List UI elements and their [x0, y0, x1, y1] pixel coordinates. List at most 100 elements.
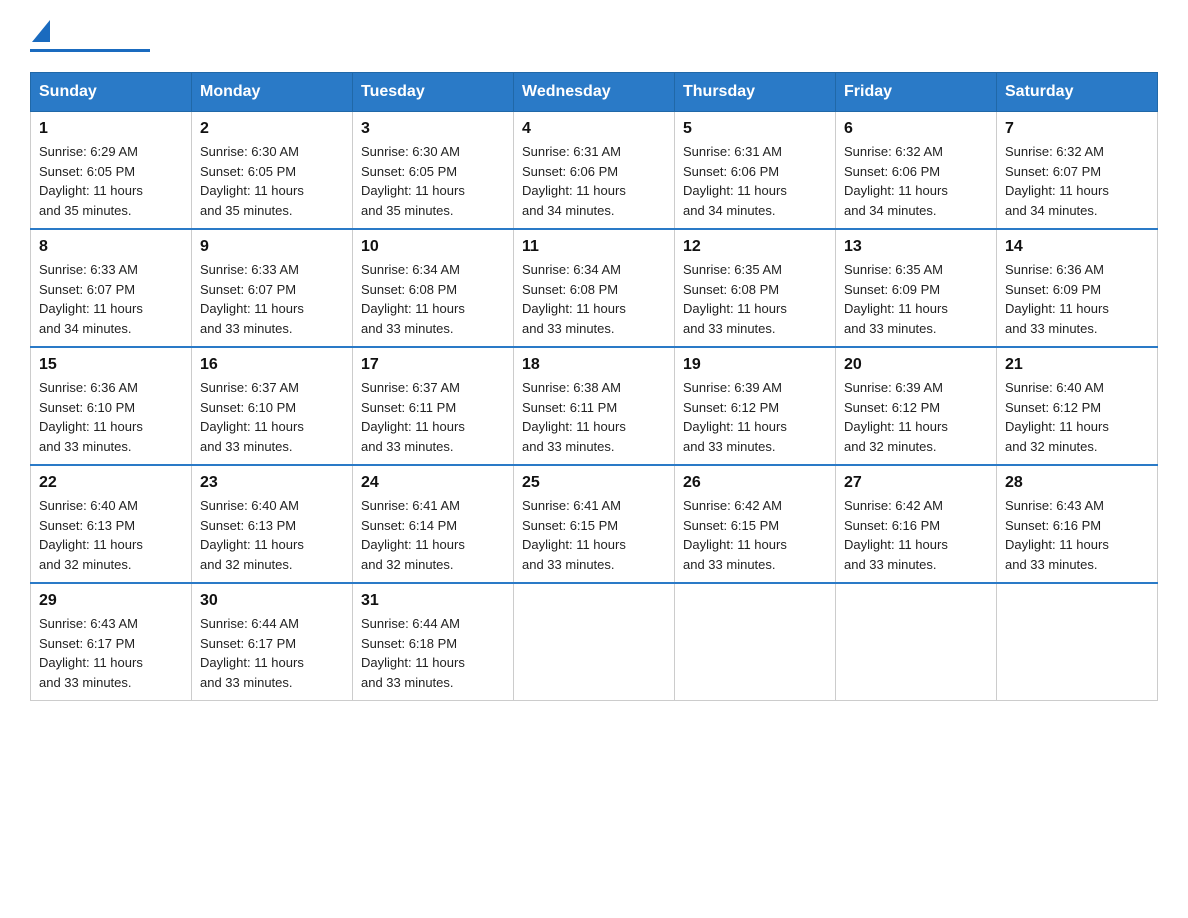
calendar-cell: 14 Sunrise: 6:36 AMSunset: 6:09 PMDaylig…: [997, 229, 1158, 347]
col-header-wednesday: Wednesday: [514, 73, 675, 112]
day-info: Sunrise: 6:38 AMSunset: 6:11 PMDaylight:…: [522, 378, 666, 456]
calendar-cell: 24 Sunrise: 6:41 AMSunset: 6:14 PMDaylig…: [353, 465, 514, 583]
day-info: Sunrise: 6:40 AMSunset: 6:12 PMDaylight:…: [1005, 378, 1149, 456]
calendar-cell: [836, 583, 997, 701]
day-info: Sunrise: 6:32 AMSunset: 6:06 PMDaylight:…: [844, 142, 988, 220]
calendar-cell: 18 Sunrise: 6:38 AMSunset: 6:11 PMDaylig…: [514, 347, 675, 465]
calendar-cell: [997, 583, 1158, 701]
calendar-cell: 20 Sunrise: 6:39 AMSunset: 6:12 PMDaylig…: [836, 347, 997, 465]
calendar-cell: [514, 583, 675, 701]
day-info: Sunrise: 6:40 AMSunset: 6:13 PMDaylight:…: [200, 496, 344, 574]
day-number: 1: [39, 120, 183, 138]
day-info: Sunrise: 6:40 AMSunset: 6:13 PMDaylight:…: [39, 496, 183, 574]
day-info: Sunrise: 6:34 AMSunset: 6:08 PMDaylight:…: [522, 260, 666, 338]
day-info: Sunrise: 6:39 AMSunset: 6:12 PMDaylight:…: [844, 378, 988, 456]
day-info: Sunrise: 6:39 AMSunset: 6:12 PMDaylight:…: [683, 378, 827, 456]
day-info: Sunrise: 6:36 AMSunset: 6:09 PMDaylight:…: [1005, 260, 1149, 338]
calendar-header-row: SundayMondayTuesdayWednesdayThursdayFrid…: [31, 73, 1158, 112]
calendar-cell: 19 Sunrise: 6:39 AMSunset: 6:12 PMDaylig…: [675, 347, 836, 465]
col-header-friday: Friday: [836, 73, 997, 112]
calendar-cell: 9 Sunrise: 6:33 AMSunset: 6:07 PMDayligh…: [192, 229, 353, 347]
day-number: 19: [683, 356, 827, 374]
calendar-cell: 27 Sunrise: 6:42 AMSunset: 6:16 PMDaylig…: [836, 465, 997, 583]
day-info: Sunrise: 6:41 AMSunset: 6:14 PMDaylight:…: [361, 496, 505, 574]
day-info: Sunrise: 6:31 AMSunset: 6:06 PMDaylight:…: [522, 142, 666, 220]
logo: [30, 20, 150, 52]
day-info: Sunrise: 6:33 AMSunset: 6:07 PMDaylight:…: [39, 260, 183, 338]
day-number: 17: [361, 356, 505, 374]
day-number: 9: [200, 238, 344, 256]
day-info: Sunrise: 6:34 AMSunset: 6:08 PMDaylight:…: [361, 260, 505, 338]
day-info: Sunrise: 6:43 AMSunset: 6:16 PMDaylight:…: [1005, 496, 1149, 574]
calendar-week-5: 29 Sunrise: 6:43 AMSunset: 6:17 PMDaylig…: [31, 583, 1158, 701]
day-number: 5: [683, 120, 827, 138]
calendar-cell: 26 Sunrise: 6:42 AMSunset: 6:15 PMDaylig…: [675, 465, 836, 583]
day-info: Sunrise: 6:32 AMSunset: 6:07 PMDaylight:…: [1005, 142, 1149, 220]
calendar-cell: 22 Sunrise: 6:40 AMSunset: 6:13 PMDaylig…: [31, 465, 192, 583]
calendar-cell: 10 Sunrise: 6:34 AMSunset: 6:08 PMDaylig…: [353, 229, 514, 347]
calendar-cell: 13 Sunrise: 6:35 AMSunset: 6:09 PMDaylig…: [836, 229, 997, 347]
day-info: Sunrise: 6:37 AMSunset: 6:11 PMDaylight:…: [361, 378, 505, 456]
day-number: 6: [844, 120, 988, 138]
day-number: 20: [844, 356, 988, 374]
logo-triangle-icon: [32, 20, 50, 42]
day-info: Sunrise: 6:37 AMSunset: 6:10 PMDaylight:…: [200, 378, 344, 456]
calendar-cell: 17 Sunrise: 6:37 AMSunset: 6:11 PMDaylig…: [353, 347, 514, 465]
day-info: Sunrise: 6:29 AMSunset: 6:05 PMDaylight:…: [39, 142, 183, 220]
day-number: 12: [683, 238, 827, 256]
day-number: 24: [361, 474, 505, 492]
day-info: Sunrise: 6:33 AMSunset: 6:07 PMDaylight:…: [200, 260, 344, 338]
calendar-cell: [675, 583, 836, 701]
calendar-cell: 11 Sunrise: 6:34 AMSunset: 6:08 PMDaylig…: [514, 229, 675, 347]
day-info: Sunrise: 6:31 AMSunset: 6:06 PMDaylight:…: [683, 142, 827, 220]
calendar-week-4: 22 Sunrise: 6:40 AMSunset: 6:13 PMDaylig…: [31, 465, 1158, 583]
calendar-cell: 7 Sunrise: 6:32 AMSunset: 6:07 PMDayligh…: [997, 112, 1158, 230]
day-info: Sunrise: 6:35 AMSunset: 6:08 PMDaylight:…: [683, 260, 827, 338]
calendar-cell: 12 Sunrise: 6:35 AMSunset: 6:08 PMDaylig…: [675, 229, 836, 347]
col-header-sunday: Sunday: [31, 73, 192, 112]
page-header: [30, 20, 1158, 52]
calendar-week-1: 1 Sunrise: 6:29 AMSunset: 6:05 PMDayligh…: [31, 112, 1158, 230]
calendar-cell: 29 Sunrise: 6:43 AMSunset: 6:17 PMDaylig…: [31, 583, 192, 701]
day-number: 21: [1005, 356, 1149, 374]
day-number: 10: [361, 238, 505, 256]
day-number: 29: [39, 592, 183, 610]
day-info: Sunrise: 6:41 AMSunset: 6:15 PMDaylight:…: [522, 496, 666, 574]
day-info: Sunrise: 6:44 AMSunset: 6:17 PMDaylight:…: [200, 614, 344, 692]
calendar-cell: 25 Sunrise: 6:41 AMSunset: 6:15 PMDaylig…: [514, 465, 675, 583]
calendar-cell: 2 Sunrise: 6:30 AMSunset: 6:05 PMDayligh…: [192, 112, 353, 230]
col-header-tuesday: Tuesday: [353, 73, 514, 112]
day-number: 28: [1005, 474, 1149, 492]
day-number: 31: [361, 592, 505, 610]
day-number: 23: [200, 474, 344, 492]
day-number: 14: [1005, 238, 1149, 256]
calendar-cell: 5 Sunrise: 6:31 AMSunset: 6:06 PMDayligh…: [675, 112, 836, 230]
logo-underline: [30, 49, 150, 52]
day-number: 15: [39, 356, 183, 374]
calendar-table: SundayMondayTuesdayWednesdayThursdayFrid…: [30, 72, 1158, 701]
day-number: 26: [683, 474, 827, 492]
calendar-cell: 28 Sunrise: 6:43 AMSunset: 6:16 PMDaylig…: [997, 465, 1158, 583]
calendar-cell: 3 Sunrise: 6:30 AMSunset: 6:05 PMDayligh…: [353, 112, 514, 230]
calendar-cell: 23 Sunrise: 6:40 AMSunset: 6:13 PMDaylig…: [192, 465, 353, 583]
day-info: Sunrise: 6:42 AMSunset: 6:15 PMDaylight:…: [683, 496, 827, 574]
calendar-cell: 21 Sunrise: 6:40 AMSunset: 6:12 PMDaylig…: [997, 347, 1158, 465]
day-number: 22: [39, 474, 183, 492]
day-number: 25: [522, 474, 666, 492]
calendar-cell: 6 Sunrise: 6:32 AMSunset: 6:06 PMDayligh…: [836, 112, 997, 230]
day-info: Sunrise: 6:44 AMSunset: 6:18 PMDaylight:…: [361, 614, 505, 692]
day-info: Sunrise: 6:30 AMSunset: 6:05 PMDaylight:…: [361, 142, 505, 220]
day-number: 18: [522, 356, 666, 374]
day-info: Sunrise: 6:30 AMSunset: 6:05 PMDaylight:…: [200, 142, 344, 220]
day-number: 13: [844, 238, 988, 256]
calendar-cell: 31 Sunrise: 6:44 AMSunset: 6:18 PMDaylig…: [353, 583, 514, 701]
day-number: 30: [200, 592, 344, 610]
day-number: 4: [522, 120, 666, 138]
calendar-cell: 30 Sunrise: 6:44 AMSunset: 6:17 PMDaylig…: [192, 583, 353, 701]
col-header-saturday: Saturday: [997, 73, 1158, 112]
day-number: 2: [200, 120, 344, 138]
day-info: Sunrise: 6:36 AMSunset: 6:10 PMDaylight:…: [39, 378, 183, 456]
calendar-cell: 4 Sunrise: 6:31 AMSunset: 6:06 PMDayligh…: [514, 112, 675, 230]
col-header-monday: Monday: [192, 73, 353, 112]
calendar-cell: 8 Sunrise: 6:33 AMSunset: 6:07 PMDayligh…: [31, 229, 192, 347]
